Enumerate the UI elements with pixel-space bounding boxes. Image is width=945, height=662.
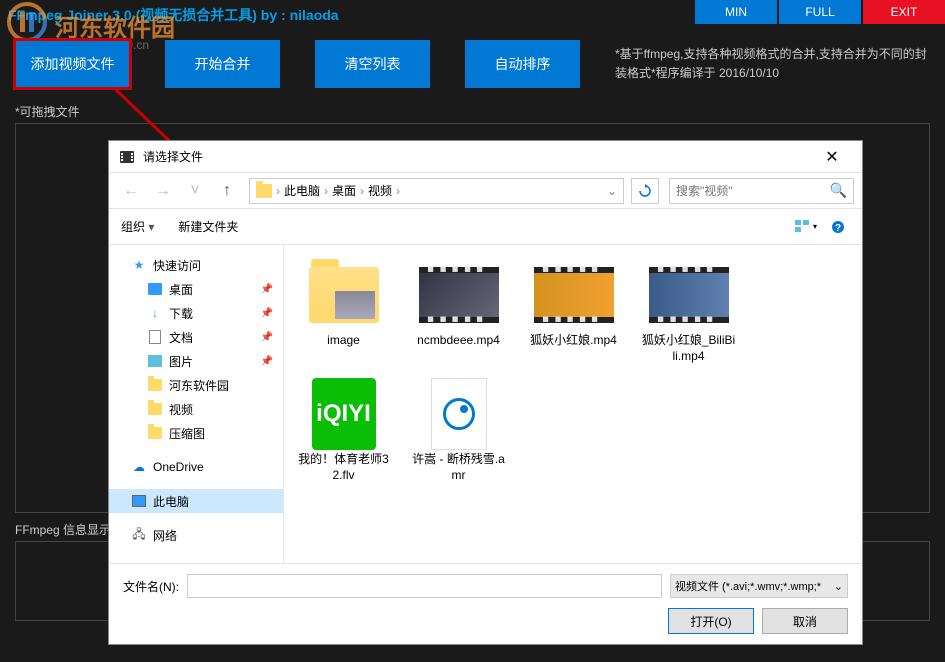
document-icon (149, 330, 161, 344)
folder-icon (309, 267, 379, 323)
file-item-video[interactable]: 狐妖小红娘_BiliBili.mp4 (641, 263, 736, 364)
breadcrumb-desktop[interactable]: 桌面 (332, 182, 356, 199)
pin-icon: 📌 (261, 332, 273, 343)
star-icon: ★ (131, 257, 147, 273)
breadcrumb-video[interactable]: 视频 (368, 182, 392, 199)
add-video-button[interactable]: 添加视频文件 (15, 40, 130, 88)
chevron-down-icon: ⌄ (834, 580, 843, 593)
sidebar-documents[interactable]: 文档 📌 (109, 325, 283, 349)
view-icon (795, 220, 811, 234)
auto-sort-button[interactable]: 自动排序 (465, 40, 580, 88)
sidebar-hedong[interactable]: 河东软件园 (109, 373, 283, 397)
dialog-footer: 文件名(N): 视频文件 (*.avi;*.wmv;*.wmp;* ⌄ 打开(O… (109, 563, 862, 644)
download-icon: ↓ (147, 305, 163, 321)
filename-input[interactable] (187, 574, 662, 598)
start-merge-button[interactable]: 开始合并 (165, 40, 280, 88)
nav-up-button[interactable]: ↑ (213, 177, 241, 205)
sidebar-quick-access[interactable]: ★ 快速访问 (109, 253, 283, 277)
dialog-body: ★ 快速访问 桌面 📌 ↓ 下载 📌 文档 📌 图片 📌 (109, 245, 862, 563)
file-open-dialog: 请选择文件 ✕ ← → ˅ ↑ › 此电脑 › 桌面 › 视频 › ⌄ 🔍 (108, 140, 863, 645)
sidebar-video[interactable]: 视频 (109, 397, 283, 421)
sidebar-desktop[interactable]: 桌面 📌 (109, 277, 283, 301)
video-thumb-icon (649, 267, 729, 323)
chevron-right-icon: › (360, 184, 364, 198)
sidebar-downloads[interactable]: ↓ 下载 📌 (109, 301, 283, 325)
file-area[interactable]: image ncmbdeee.mp4 狐妖小红娘.mp4 狐妖小红娘_BiliB… (284, 245, 862, 563)
svg-text:?: ? (835, 223, 841, 234)
minimize-button[interactable]: MIN (695, 0, 777, 24)
dialog-title-bar: 请选择文件 ✕ (109, 141, 862, 173)
dialog-sidebar: ★ 快速访问 桌面 📌 ↓ 下载 📌 文档 📌 图片 📌 (109, 245, 284, 563)
new-folder-button[interactable]: 新建文件夹 (178, 218, 238, 235)
dialog-app-icon (119, 149, 135, 165)
help-icon: ? (831, 220, 845, 234)
fullscreen-button[interactable]: FULL (779, 0, 861, 24)
window-controls: MIN FULL EXIT (695, 0, 945, 30)
clear-list-button[interactable]: 清空列表 (315, 40, 430, 88)
network-icon: 🖧 (131, 527, 147, 543)
chevron-right-icon: › (396, 184, 400, 198)
video-thumb-icon (534, 267, 614, 323)
folder-icon (148, 403, 162, 415)
audio-icon (431, 378, 487, 450)
drag-area-label: *可拖拽文件 (0, 98, 945, 123)
chevron-down-icon[interactable]: ⌄ (607, 184, 617, 198)
toolbar-info-text: *基于ffmpeg,支持各种视频格式的合并,支持合并为不同的封装格式*程序编译于… (615, 40, 930, 83)
breadcrumb-bar[interactable]: › 此电脑 › 桌面 › 视频 › ⌄ (249, 178, 624, 204)
search-icon: 🔍 (830, 182, 847, 199)
dialog-toolbar: 组织 ▾ 新建文件夹 ▾ ? (109, 209, 862, 245)
file-item-video[interactable]: 狐妖小红娘.mp4 (526, 263, 621, 364)
pin-icon: 📌 (261, 308, 273, 319)
pin-icon: 📌 (261, 284, 273, 295)
pc-icon (132, 495, 146, 507)
sidebar-this-pc[interactable]: 此电脑 (109, 489, 283, 513)
dialog-close-button[interactable]: ✕ (812, 143, 852, 171)
exit-button[interactable]: EXIT (863, 0, 945, 24)
refresh-icon (638, 184, 652, 198)
sidebar-network[interactable]: 🖧 网络 (109, 523, 283, 547)
chevron-right-icon: › (276, 184, 280, 198)
organize-menu[interactable]: 组织 ▾ (121, 218, 154, 235)
nav-forward-button[interactable]: → (149, 177, 177, 205)
dropdown-icon: ▾ (148, 220, 154, 234)
dialog-nav-bar: ← → ˅ ↑ › 此电脑 › 桌面 › 视频 › ⌄ 🔍 (109, 173, 862, 209)
sidebar-compressed[interactable]: 压缩图 (109, 421, 283, 445)
file-item-video[interactable]: ncmbdeee.mp4 (411, 263, 506, 364)
desktop-icon (148, 283, 162, 295)
refresh-button[interactable] (631, 178, 659, 204)
video-thumb-icon (419, 267, 499, 323)
iqiyi-icon: iQIYI (312, 378, 376, 450)
picture-icon (148, 355, 162, 367)
view-options-button[interactable]: ▾ (794, 216, 818, 238)
sidebar-pictures[interactable]: 图片 📌 (109, 349, 283, 373)
chevron-right-icon: › (324, 184, 328, 198)
cancel-button[interactable]: 取消 (762, 608, 848, 634)
file-filter-dropdown[interactable]: 视频文件 (*.avi;*.wmv;*.wmp;* ⌄ (670, 574, 848, 598)
sidebar-onedrive[interactable]: ☁ OneDrive (109, 455, 283, 479)
dropdown-icon: ▾ (813, 222, 817, 231)
cloud-icon: ☁ (131, 459, 147, 475)
folder-icon (256, 184, 272, 198)
pin-icon: 📌 (261, 356, 273, 367)
file-item-audio[interactable]: 许嵩 - 断桥残雪.amr (411, 382, 506, 483)
folder-icon (148, 379, 162, 391)
breadcrumb-pc[interactable]: 此电脑 (284, 182, 320, 199)
open-button[interactable]: 打开(O) (668, 608, 754, 634)
help-button[interactable]: ? (826, 216, 850, 238)
nav-recent-button[interactable]: ˅ (181, 177, 209, 205)
filename-label: 文件名(N): (123, 578, 179, 595)
file-item-flv[interactable]: iQIYI 我的！体育老师32.flv (296, 382, 391, 483)
dialog-title-text: 请选择文件 (143, 148, 812, 165)
folder-icon (148, 427, 162, 439)
nav-back-button[interactable]: ← (117, 177, 145, 205)
file-item-folder[interactable]: image (296, 263, 391, 364)
watermark-logo-icon (5, 0, 50, 45)
search-box[interactable]: 🔍 (669, 178, 854, 204)
search-input[interactable] (676, 184, 847, 198)
